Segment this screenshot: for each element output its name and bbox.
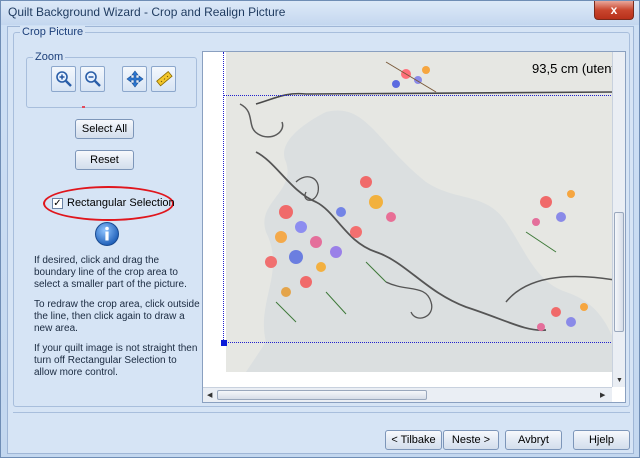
vertical-scrollbar[interactable]: ▼ — [612, 52, 625, 387]
vertical-scroll-thumb[interactable] — [614, 212, 624, 332]
cancel-button[interactable]: Avbryt — [505, 430, 562, 450]
zoom-in-button[interactable] — [51, 66, 76, 92]
zoom-out-button[interactable] — [80, 66, 105, 92]
rectangular-selection-option[interactable]: ✓ Rectangular Selection — [52, 196, 175, 210]
help-text-redraw: To redraw the crop area, click outside t… — [34, 299, 200, 334]
pan-button[interactable] — [122, 66, 147, 92]
help-button[interactable]: Hjelp — [573, 430, 630, 450]
help-text-crop: If desired, click and drag the boundary … — [34, 255, 187, 290]
zoom-group: Zoom — [26, 51, 197, 108]
zoom-out-icon — [84, 71, 101, 87]
marker-dot — [82, 106, 85, 108]
reset-button[interactable]: Reset — [75, 150, 134, 170]
wizard-window: Quilt Background Wizard - Crop and Reali… — [0, 0, 640, 458]
crop-boundary-left[interactable] — [223, 52, 224, 342]
measure-button[interactable] — [151, 66, 176, 92]
horizontal-scrollbar[interactable]: ◀ ▶ — [203, 387, 612, 402]
close-icon: x — [610, 3, 618, 17]
quilt-embroidery — [239, 61, 616, 372]
close-button[interactable]: x — [594, 1, 634, 20]
crop-handle[interactable] — [221, 340, 227, 346]
title-bar[interactable]: Quilt Background Wizard - Crop and Reali… — [1, 1, 639, 25]
select-all-button[interactable]: Select All — [75, 119, 134, 139]
quilt-picture — [226, 52, 616, 372]
zoom-label: Zoom — [33, 51, 66, 63]
window-title: Quilt Background Wizard - Crop and Reali… — [8, 5, 286, 19]
zoom-in-icon — [55, 71, 72, 87]
rectangular-selection-checkbox[interactable]: ✓ — [52, 197, 63, 209]
crop-picture-group: Crop Picture Zoom Select All Reset ✓ Rec… — [13, 26, 630, 407]
pan-icon — [126, 70, 143, 88]
client-area: Crop Picture Zoom Select All Reset ✓ Rec… — [7, 26, 634, 454]
crop-boundary-bottom[interactable] — [223, 342, 615, 343]
help-text-rectangular: If your quilt image is not straight then… — [34, 343, 198, 378]
info-icon — [95, 222, 119, 246]
crop-boundary-top[interactable] — [223, 95, 615, 96]
measurement-text: 93,5 cm (utenf — [532, 61, 616, 76]
footer-separator — [13, 412, 630, 413]
scroll-left-icon[interactable]: ◀ — [207, 391, 212, 399]
measure-icon — [155, 70, 173, 87]
next-button[interactable]: Neste > — [443, 430, 499, 450]
rectangular-selection-label: Rectangular Selection — [67, 197, 175, 209]
back-button[interactable]: < Tilbake — [385, 430, 442, 450]
horizontal-scroll-thumb[interactable] — [217, 390, 427, 400]
scroll-down-icon[interactable]: ▼ — [616, 377, 623, 384]
scroll-right-icon[interactable]: ▶ — [600, 391, 605, 399]
crop-picture-label: Crop Picture — [20, 26, 86, 38]
picture-canvas[interactable]: 93,5 cm (utenf ▼ ◀ ▶ — [202, 51, 626, 403]
